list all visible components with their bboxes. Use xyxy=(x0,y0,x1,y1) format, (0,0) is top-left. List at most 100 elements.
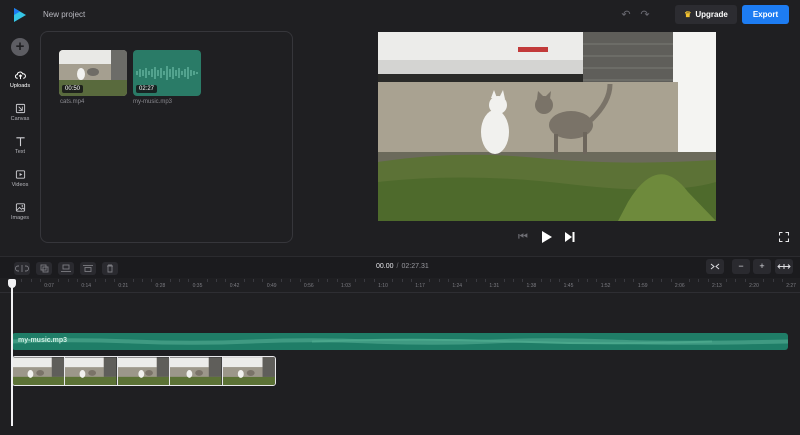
sidebar-item-label: Canvas xyxy=(10,116,30,122)
zoom-out-button[interactable]: − xyxy=(732,259,750,274)
ruler-tick-mark xyxy=(76,279,78,282)
video-duration-badge: 00:50 xyxy=(62,85,84,93)
ruler-tick-mark xyxy=(299,279,301,282)
media-item-cats-video[interactable]: 00:50 xyxy=(59,50,127,96)
zoom-in-button[interactable]: + xyxy=(753,259,771,274)
playhead[interactable] xyxy=(11,279,13,426)
ruler-tick-label: 0:14 xyxy=(81,283,92,289)
skip-back-icon[interactable]: ⏮ xyxy=(518,231,528,243)
ruler-tick-mark xyxy=(392,279,394,282)
align-bottom-tool-button[interactable] xyxy=(58,262,74,275)
ruler-tick-mark xyxy=(735,279,737,282)
media-item-music-audio[interactable]: 02:27 xyxy=(133,50,201,96)
ruler-tick-label: 1:17 xyxy=(415,283,425,289)
current-time: 00.00 xyxy=(376,263,394,270)
playhead-handle[interactable] xyxy=(8,279,16,288)
sidebar-item-videos[interactable]: Videos xyxy=(0,169,40,199)
ruler-tick-mark xyxy=(67,279,69,282)
ruler-tick-label: 0:21 xyxy=(118,283,129,289)
ruler-tick-mark xyxy=(447,279,449,282)
ruler-tick-mark xyxy=(206,279,208,282)
zoom-fit-button[interactable] xyxy=(706,259,724,274)
ruler-tick-mark xyxy=(587,279,589,282)
sidebar-item-label: Uploads xyxy=(9,83,31,89)
ruler-tick-label: 1:03 xyxy=(341,283,351,289)
sidebar-item-canvas[interactable]: Canvas xyxy=(0,103,40,133)
video-editor-app: New project ↶ ↷ ♛ Upgrade Export + Uploa… xyxy=(0,0,800,435)
logo-icon[interactable] xyxy=(11,6,29,24)
timeline-ruler[interactable]: 00:070:140:210:280:350:420:490:561:031:1… xyxy=(0,279,800,293)
play-icon[interactable] xyxy=(541,231,552,246)
fullscreen-icon[interactable] xyxy=(779,232,789,242)
split-tool-button[interactable] xyxy=(14,262,30,275)
text-icon xyxy=(15,137,25,147)
ruler-tick-label: 2:27 xyxy=(786,283,796,289)
add-media-button[interactable]: + xyxy=(11,38,29,56)
ruler-tick-mark xyxy=(132,279,134,282)
ruler-tick-label: 0:07 xyxy=(44,283,54,289)
align-bottom-icon xyxy=(61,264,71,272)
ruler-tick-mark xyxy=(188,279,190,282)
video-preview-player[interactable] xyxy=(378,32,716,221)
video-frame-cats xyxy=(378,32,716,221)
ruler-tick-mark xyxy=(178,279,180,282)
ruler-tick-mark xyxy=(355,279,357,282)
duplicate-tool-button[interactable] xyxy=(36,262,52,275)
ruler-tick-mark xyxy=(216,279,218,282)
ruler-tick-mark xyxy=(253,279,255,282)
ruler-tick-mark xyxy=(169,279,171,282)
ruler-tick-mark xyxy=(485,279,487,282)
video-frame-thumbnail xyxy=(222,357,275,385)
expand-timeline-button[interactable] xyxy=(775,259,793,274)
ruler-tick-label: 0:49 xyxy=(266,283,277,289)
sidebar-item-images[interactable]: Images xyxy=(0,202,40,232)
skip-forward-icon[interactable] xyxy=(564,231,575,246)
ruler-tick-mark xyxy=(772,279,774,282)
export-button[interactable]: Export xyxy=(742,5,789,24)
ruler-tick-mark xyxy=(689,279,691,282)
redo-icon[interactable]: ↷ xyxy=(639,9,651,21)
align-top-tool-button[interactable] xyxy=(80,262,96,275)
total-time: 02:27.31 xyxy=(401,263,429,270)
ruler-tick-mark xyxy=(141,279,143,282)
ruler-tick-mark xyxy=(290,279,292,282)
video-icon xyxy=(15,170,25,179)
ruler-tick-mark xyxy=(58,279,60,282)
ruler-tick-mark xyxy=(577,279,579,282)
playback-time: 00.00/02:27.31 xyxy=(376,263,429,270)
ruler-tick-label: 1:10 xyxy=(378,283,388,289)
ruler-tick-mark xyxy=(30,279,32,282)
crown-icon: ♛ xyxy=(684,10,692,19)
video-frame-thumbnail xyxy=(13,357,66,385)
undo-icon[interactable]: ↶ xyxy=(620,9,632,21)
ruler-tick-mark xyxy=(698,279,700,282)
video-frame-thumbnail xyxy=(170,357,223,385)
sidebar: + Uploads Canvas Text Videos Images xyxy=(0,30,40,255)
sidebar-item-uploads[interactable]: Uploads xyxy=(0,70,40,100)
delete-tool-button[interactable] xyxy=(102,262,118,275)
ruler-tick-label: 2:13 xyxy=(712,283,722,289)
ruler-tick-mark xyxy=(95,279,97,282)
ruler-tick-mark xyxy=(614,279,616,282)
ruler-tick-mark xyxy=(466,279,468,282)
project-title[interactable]: New project xyxy=(43,10,85,19)
ruler-tick-mark xyxy=(429,279,431,282)
ruler-tick-mark xyxy=(151,279,153,282)
canvas-icon xyxy=(15,103,25,114)
ruler-tick-mark xyxy=(763,279,765,282)
ruler-tick-mark xyxy=(114,279,116,282)
ruler-tick-mark xyxy=(438,279,440,282)
video-frame-thumbnail xyxy=(65,357,118,385)
video-track-clip[interactable] xyxy=(12,356,276,386)
sidebar-item-text[interactable]: Text xyxy=(0,136,40,166)
sidebar-item-label: Videos xyxy=(11,182,29,188)
ruler-tick-mark xyxy=(596,279,598,282)
upgrade-button[interactable]: ♛ Upgrade xyxy=(675,5,737,24)
duplicate-icon xyxy=(40,264,49,273)
ruler-tick-mark xyxy=(633,279,635,282)
ruler-tick-mark xyxy=(707,279,709,282)
audio-track-clip[interactable]: my-music.mp3 xyxy=(12,333,788,350)
audio-duration-badge: 02:27 xyxy=(136,85,158,93)
header: New project ↶ ↷ ♛ Upgrade Export xyxy=(0,0,800,30)
ruler-tick-label: 1:52 xyxy=(600,283,611,289)
